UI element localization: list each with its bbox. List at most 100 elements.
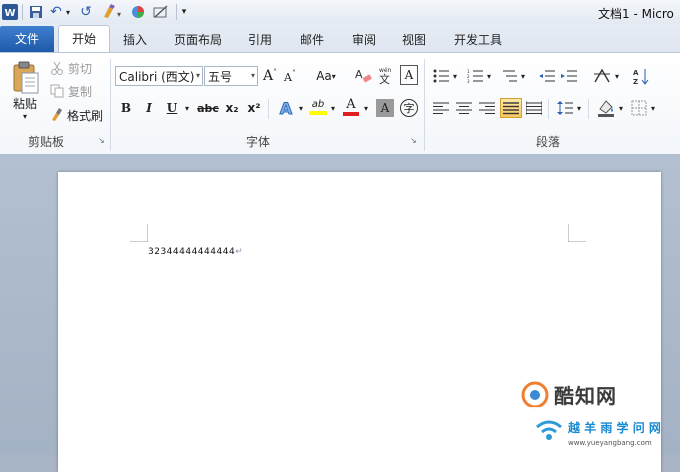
document-body-text[interactable]: 32344444444444↵ (148, 247, 243, 257)
multilevel-list-icon[interactable] (500, 67, 518, 85)
superscript-button[interactable]: x² (245, 99, 263, 117)
line-spacing-dropdown-icon[interactable]: ▾ (575, 99, 583, 117)
color-wheel-icon[interactable] (130, 3, 146, 21)
borders-icon[interactable] (630, 99, 648, 117)
align-right-icon[interactable] (478, 99, 496, 117)
highlight-dropdown-icon[interactable]: ▾ (329, 99, 337, 117)
paste-label[interactable]: 粘贴 (10, 95, 40, 111)
bold-button[interactable]: B (117, 99, 135, 117)
watermark-wifi-icon (536, 420, 562, 440)
tab-review[interactable]: 审阅 (348, 30, 380, 50)
clear-formatting-button[interactable]: A (353, 65, 373, 85)
chinese-layout-icon[interactable] (592, 66, 612, 86)
text-effects-dropdown-icon[interactable]: ▾ (297, 99, 305, 117)
word-app-icon[interactable]: W (2, 3, 18, 21)
customize-qa-dropdown[interactable]: ▾ (180, 3, 188, 21)
crop-mark-left (130, 224, 148, 242)
svg-text:▾: ▾ (117, 10, 121, 19)
qa-separator (22, 4, 23, 20)
document-text: 32344444444444 (148, 247, 236, 257)
borders-dropdown-icon[interactable]: ▾ (649, 99, 657, 117)
paragraph-mark: ↵ (235, 247, 244, 257)
copy-icon[interactable] (50, 84, 64, 98)
separator (548, 99, 549, 119)
watermark-logo-icon (521, 381, 549, 409)
numbering-icon[interactable]: 123 (466, 67, 484, 85)
sort-icon[interactable]: AZ (632, 66, 652, 86)
align-center-icon[interactable] (455, 99, 473, 117)
font-name-combo[interactable]: Calibri (西文) ▾ (115, 66, 203, 86)
ribbon-tabs: 文件 开始 插入 页面布局 引用 邮件 审阅 视图 开发工具 (0, 24, 680, 53)
highlight-button[interactable]: ab (307, 97, 329, 117)
shrink-font-button[interactable]: A ˅ (282, 68, 298, 86)
chevron-down-icon: ▾ (250, 71, 255, 80)
text-effects-button[interactable]: A (276, 98, 296, 118)
font-color-swatch (343, 112, 359, 116)
group-divider (424, 59, 425, 151)
grow-font-icon: A (262, 68, 274, 84)
undo-icon[interactable]: ↶ (48, 3, 64, 21)
change-case-button[interactable]: Aa ▾ (313, 66, 339, 86)
shading-dropdown-icon[interactable]: ▾ (617, 99, 625, 117)
align-left-icon[interactable] (432, 99, 450, 117)
paste-dropdown-icon[interactable]: ▾ (20, 111, 30, 121)
redo-icon[interactable]: ↺ (78, 3, 94, 21)
numbering-dropdown-icon[interactable]: ▾ (485, 67, 493, 85)
underline-button[interactable]: U (163, 99, 181, 117)
shrink-font-icon: A (284, 70, 292, 84)
phonetic-guide-button[interactable]: wén 文 (376, 65, 396, 85)
save-icon[interactable] (28, 3, 44, 21)
tab-file[interactable]: 文件 (0, 26, 54, 52)
highlight-icon: ab (311, 99, 325, 110)
svg-text:3: 3 (467, 79, 470, 83)
tab-view[interactable]: 视图 (398, 30, 430, 50)
tab-insert[interactable]: 插入 (118, 30, 152, 50)
font-launcher-icon[interactable]: ↘ (410, 137, 418, 145)
increase-indent-icon[interactable] (560, 67, 578, 85)
document-page[interactable]: 32344444444444↵ 酷知网 越 羊 雨 学 问 网 www.yuey… (58, 172, 661, 472)
document-area: 32344444444444↵ 酷知网 越 羊 雨 学 问 网 www.yuey… (0, 154, 680, 472)
decrease-indent-icon[interactable] (538, 67, 556, 85)
tab-references[interactable]: 引用 (244, 30, 276, 50)
distributed-icon[interactable] (525, 99, 543, 117)
format-painter-qa-icon[interactable]: ▾ (100, 3, 122, 21)
window-title: 文档1 - Micro (598, 7, 674, 21)
cut-icon[interactable] (50, 61, 64, 75)
format-painter-label[interactable]: 格式刷 (66, 107, 104, 123)
copy-label[interactable]: 复制 (66, 83, 94, 99)
font-size-value: 五号 (208, 69, 233, 84)
title-bar: W ↶ ▾ ↺ ▾ ▾ 文档1 - Micro (0, 0, 680, 25)
font-color-dropdown-icon[interactable]: ▾ (362, 99, 370, 117)
clipboard-launcher-icon[interactable]: ↘ (98, 137, 106, 145)
qa-separator (176, 4, 177, 20)
tab-page-layout[interactable]: 页面布局 (170, 30, 226, 50)
character-border-button[interactable]: A (400, 65, 418, 85)
format-painter-icon[interactable] (50, 108, 64, 122)
justify-icon[interactable] (500, 98, 522, 118)
chinese-layout-dropdown-icon[interactable]: ▾ (613, 67, 621, 85)
character-shading-button[interactable]: A (376, 99, 394, 117)
watermark-logo-text: 酷知网 (554, 384, 617, 408)
font-size-combo[interactable]: 五号 ▾ (204, 66, 258, 86)
change-case-icon: Aa (316, 69, 332, 83)
paste-icon[interactable] (8, 57, 42, 97)
grow-font-button[interactable]: A ˄ (261, 66, 279, 86)
paragraph-shading-icon[interactable] (596, 98, 616, 118)
strikethrough-button[interactable]: abc (196, 99, 220, 117)
enclose-characters-button[interactable]: 字 (400, 99, 418, 117)
undo-dropdown-icon[interactable]: ▾ (64, 3, 72, 21)
tab-developer[interactable]: 开发工具 (450, 30, 506, 50)
cut-label[interactable]: 剪切 (66, 60, 94, 76)
line-spacing-icon[interactable] (556, 99, 574, 117)
multilevel-dropdown-icon[interactable]: ▾ (519, 67, 527, 85)
italic-button[interactable]: I (140, 99, 158, 117)
bullets-icon[interactable] (432, 67, 450, 85)
font-color-button[interactable]: A (341, 97, 361, 117)
bullets-dropdown-icon[interactable]: ▾ (451, 67, 459, 85)
draw-table-icon[interactable] (152, 3, 170, 21)
tab-home[interactable]: 开始 (58, 25, 110, 53)
tab-mailings[interactable]: 邮件 (296, 30, 328, 50)
subscript-button[interactable]: x₂ (223, 99, 241, 117)
underline-dropdown-icon[interactable]: ▾ (182, 99, 192, 117)
crop-mark-right (568, 224, 586, 242)
